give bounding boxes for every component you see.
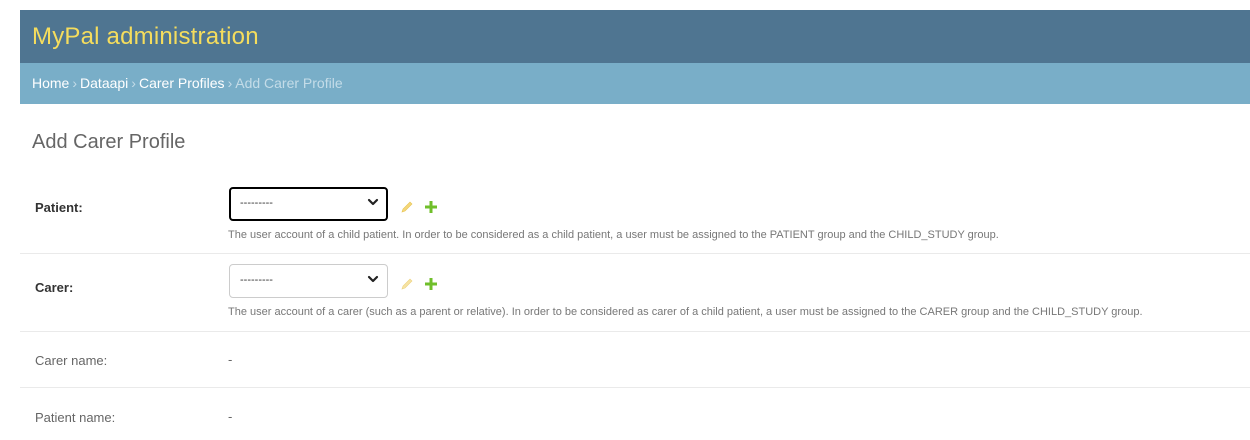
breadcrumb-separator: › bbox=[227, 75, 233, 91]
pencil-icon[interactable] bbox=[400, 277, 414, 291]
page-title: Add Carer Profile bbox=[32, 131, 186, 153]
pencil-icon[interactable] bbox=[400, 200, 414, 214]
form-row-carer-name: Carer name: - bbox=[20, 332, 1250, 388]
chevron-down-icon bbox=[367, 198, 379, 206]
carer-name-label: Carer name: bbox=[35, 353, 108, 368]
patient-select[interactable]: --------- bbox=[229, 187, 388, 221]
plus-icon[interactable] bbox=[424, 200, 438, 214]
page-margin bbox=[0, 0, 20, 440]
breadcrumb-dataapi[interactable]: Dataapi bbox=[80, 75, 128, 91]
carer-label: Carer: bbox=[35, 280, 74, 295]
carer-help-text: The user account of a carer (such as a p… bbox=[228, 306, 1143, 318]
patient-help-text: The user account of a child patient. In … bbox=[228, 229, 999, 241]
breadcrumb-carer-profiles[interactable]: Carer Profiles bbox=[139, 75, 225, 91]
chevron-down-icon bbox=[367, 275, 379, 283]
site-brand[interactable]: MyPal administration bbox=[32, 23, 259, 50]
carer-name-value: - bbox=[228, 352, 233, 367]
breadcrumb-separator: › bbox=[72, 75, 78, 91]
form-row-patient-name: Patient name: - bbox=[20, 388, 1250, 440]
site-header: MyPal administration bbox=[20, 10, 1250, 63]
form-row-patient: Patient: --------- The user account of a… bbox=[20, 175, 1250, 254]
patient-name-value: - bbox=[228, 409, 233, 424]
patient-label: Patient: bbox=[35, 200, 83, 215]
breadcrumb: Home › Dataapi › Carer Profiles › Add Carer Pr… bbox=[20, 63, 1250, 104]
form-row-carer: Carer: --------- The user account of a c… bbox=[20, 254, 1250, 332]
breadcrumb-current: Add Carer Profile bbox=[235, 75, 343, 91]
patient-name-label: Patient name: bbox=[35, 410, 116, 425]
carer-select[interactable]: --------- bbox=[229, 264, 388, 298]
patient-select-value: --------- bbox=[240, 197, 273, 209]
breadcrumb-separator: › bbox=[131, 75, 136, 91]
breadcrumb-home[interactable]: Home bbox=[32, 75, 69, 91]
carer-select-value: --------- bbox=[240, 274, 273, 286]
plus-icon[interactable] bbox=[424, 277, 438, 291]
